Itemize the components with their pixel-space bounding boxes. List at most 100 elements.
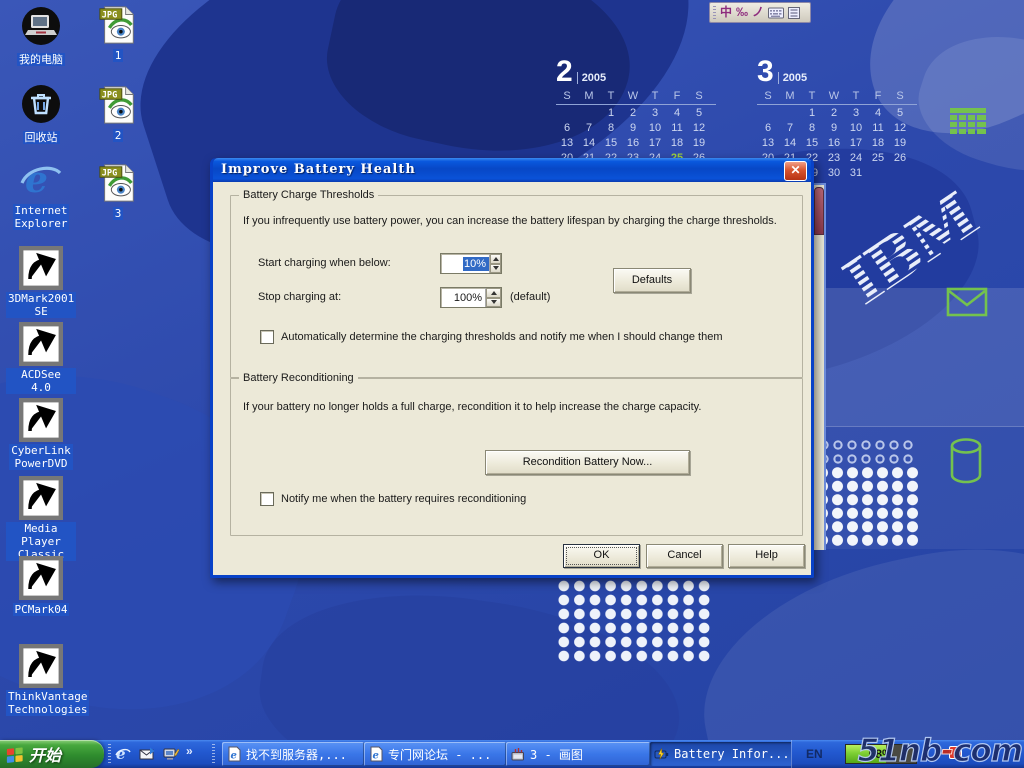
defaults-button[interactable]: Defaults xyxy=(613,268,691,293)
desktop-icon-acdsee-4[interactable]: ACDSee 4.0 xyxy=(6,322,76,396)
calendar-day: 14 xyxy=(578,137,600,152)
calendar-day: 18 xyxy=(867,137,889,152)
taskbar-task-3[interactable]: 3 - 画图 xyxy=(506,742,650,766)
dialog-titlebar[interactable]: Improve Battery Health ✕ xyxy=(213,158,811,182)
ok-button[interactable]: OK xyxy=(563,544,640,568)
calendar-day: 6 xyxy=(757,122,779,137)
spin-down-button[interactable] xyxy=(486,298,501,308)
taskbar-separator xyxy=(108,744,111,764)
calendar-day-letter: M xyxy=(578,90,600,102)
desktop-icon-label: PCMark04 xyxy=(13,603,70,616)
outlook-express-icon[interactable] xyxy=(138,745,156,763)
auto-thresholds-checkbox-label[interactable]: Automatically determine the charging thr… xyxy=(281,331,791,343)
battery-percent: 58% xyxy=(846,747,916,761)
tray-notification-icon[interactable] xyxy=(949,746,962,759)
desktop-icon-internet-explorer[interactable]: eInternet Explorer xyxy=(6,158,76,232)
spin-up-button[interactable] xyxy=(486,288,501,298)
recondition-battery-button[interactable]: Recondition Battery Now... xyxy=(485,450,690,475)
notify-reconditioning-checkbox[interactable] xyxy=(260,492,274,506)
cylinder-icon xyxy=(946,436,986,486)
fullwidth-icon[interactable]: ‰ xyxy=(736,4,748,21)
calendar-day: 2 xyxy=(622,107,644,122)
spin-up-button[interactable] xyxy=(490,254,501,264)
desktop-icon-3dmark2001-se[interactable]: 3DMark2001 SE xyxy=(6,246,76,320)
calendar-day: 9 xyxy=(622,122,644,137)
calendar-day-letter: F xyxy=(867,90,889,102)
windows-flag-icon xyxy=(6,746,24,763)
calendar-day: 10 xyxy=(644,122,666,137)
ime-menu-icon[interactable] xyxy=(788,7,800,19)
desktop-icon-jpg-file-2[interactable]: JPG2 xyxy=(94,84,142,144)
cancel-button[interactable]: Cancel xyxy=(646,544,723,568)
svg-text:JPG: JPG xyxy=(102,10,118,20)
chinese-mode-icon[interactable]: 中 xyxy=(720,4,732,21)
calendar-day-letter: T xyxy=(845,90,867,102)
language-indicator[interactable]: EN xyxy=(806,747,823,761)
desktop-icon-thinkvantage-technologies[interactable]: IBMThinkVantage Technologies xyxy=(6,644,76,718)
calendar-day-letter: W xyxy=(823,90,845,102)
ime-language-bar[interactable]: 中 ‰ ノ xyxy=(709,2,811,23)
calendar-month-number: 3 xyxy=(757,55,774,88)
group-legend: Battery Reconditioning xyxy=(239,372,358,384)
desktop-icon-label: 我的电脑 xyxy=(17,53,65,66)
spin-down-button[interactable] xyxy=(490,264,501,274)
calendar-day: 17 xyxy=(644,137,666,152)
taskbar-task-2[interactable]: e专门网论坛 - ... xyxy=(364,742,506,766)
calendar-day: 7 xyxy=(779,122,801,137)
desktop-icon-jpg-file-3[interactable]: JPG3 xyxy=(94,162,142,222)
ime-grip[interactable] xyxy=(713,6,716,19)
envelope-icon xyxy=(946,286,988,318)
desktop-icon-my-computer[interactable]: 我的电脑 xyxy=(6,6,76,68)
start-charging-spinbox[interactable]: 10% xyxy=(440,253,502,274)
calendar-day: 17 xyxy=(845,137,867,152)
desktop-icon-media-player-classic[interactable]: SMedia Player Classic xyxy=(6,476,76,563)
calendar-month-header: 32005 xyxy=(757,56,917,90)
spinbox-value[interactable]: 10% xyxy=(463,257,489,271)
battery-information-window-sliver[interactable] xyxy=(812,183,826,550)
thinkvantage-technologies-icon: IBM xyxy=(19,644,63,688)
stop-charging-spinbox[interactable]: 100% xyxy=(440,287,502,308)
start-button[interactable]: 开始 xyxy=(0,740,104,768)
calendar-day-letter: T xyxy=(600,90,622,102)
task-label: 3 - 画图 xyxy=(530,746,583,763)
wallpaper-band xyxy=(812,426,1024,549)
task-label: 找不到服务器,... xyxy=(246,746,347,763)
improve-battery-health-dialog: Improve Battery Health ✕ Battery Charge … xyxy=(210,158,814,578)
taskbar-task-4[interactable]: Battery Infor... xyxy=(650,742,812,766)
desktop-icon-label: 3 xyxy=(113,207,124,220)
quick-launch-chevron[interactable]: » xyxy=(186,744,193,758)
calendar-day xyxy=(578,107,600,122)
calendar-day: 9 xyxy=(823,122,845,137)
calendar-day-letter: T xyxy=(644,90,666,102)
dialog-title: Improve Battery Health xyxy=(221,162,416,177)
notify-reconditioning-checkbox-label[interactable]: Notify me when the battery requires reco… xyxy=(281,493,791,505)
svg-text:e: e xyxy=(231,751,237,762)
desktop-icon-jpg-file-1[interactable]: JPG1 xyxy=(94,4,142,64)
calendar-day: 15 xyxy=(801,137,823,152)
calendar-day-letter: W xyxy=(622,90,644,102)
punctuation-icon[interactable]: ノ xyxy=(752,4,764,21)
dialog-body: Battery Charge Thresholds If you infrequ… xyxy=(213,182,811,575)
desktop-icon-pcmark04[interactable]: PCMark04 xyxy=(6,556,76,618)
calendar-day xyxy=(889,167,911,182)
calendar-day: 25 xyxy=(867,152,889,167)
help-button[interactable]: Help xyxy=(728,544,805,568)
auto-thresholds-checkbox[interactable] xyxy=(260,330,274,344)
wallpaper-band xyxy=(812,288,1024,426)
ie-icon[interactable]: e xyxy=(114,745,132,763)
desktop-icon-cyberlink-powerdvd[interactable]: CyberLink PowerDVD xyxy=(6,398,76,472)
calendar-month-header: 22005 xyxy=(556,56,716,90)
recycle-bin-icon xyxy=(19,84,63,128)
show-desktop-icon[interactable] xyxy=(162,745,180,763)
calendar-day xyxy=(867,167,889,182)
battery-meter[interactable]: 58% xyxy=(845,744,917,764)
calendar-day: 18 xyxy=(666,137,688,152)
close-button[interactable]: ✕ xyxy=(784,161,807,181)
calendar-day-header: SMTWTFS xyxy=(556,90,716,105)
taskbar-task-1[interactable]: e 找不到服务器,... xyxy=(222,742,364,766)
wallpaper-shape xyxy=(905,12,1024,197)
desktop-icon-recycle-bin[interactable]: 回收站 xyxy=(6,84,76,146)
spinbox-value[interactable]: 100% xyxy=(441,292,485,304)
acdsee-4-icon xyxy=(19,322,63,366)
soft-keyboard-icon[interactable] xyxy=(768,7,784,19)
